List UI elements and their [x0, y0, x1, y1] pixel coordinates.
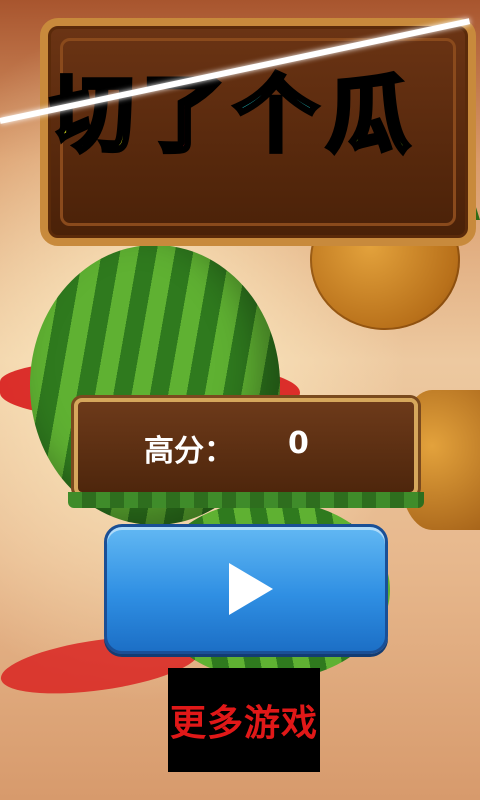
- more-games-label: 更多游戏: [169, 703, 318, 744]
- high-score-label: 高分：: [144, 434, 234, 469]
- board-grass-edge: [68, 492, 424, 508]
- title-char: 瓜: [324, 64, 412, 166]
- title-char: 了: [140, 64, 228, 166]
- game-title: 切 了 个 瓜: [48, 48, 412, 169]
- more-games-button[interactable]: 更多游戏: [168, 668, 320, 772]
- high-score-value: 0: [288, 426, 309, 461]
- play-icon: [229, 563, 273, 615]
- high-score-board: 高分： 0: [68, 398, 424, 508]
- play-button[interactable]: [104, 524, 388, 654]
